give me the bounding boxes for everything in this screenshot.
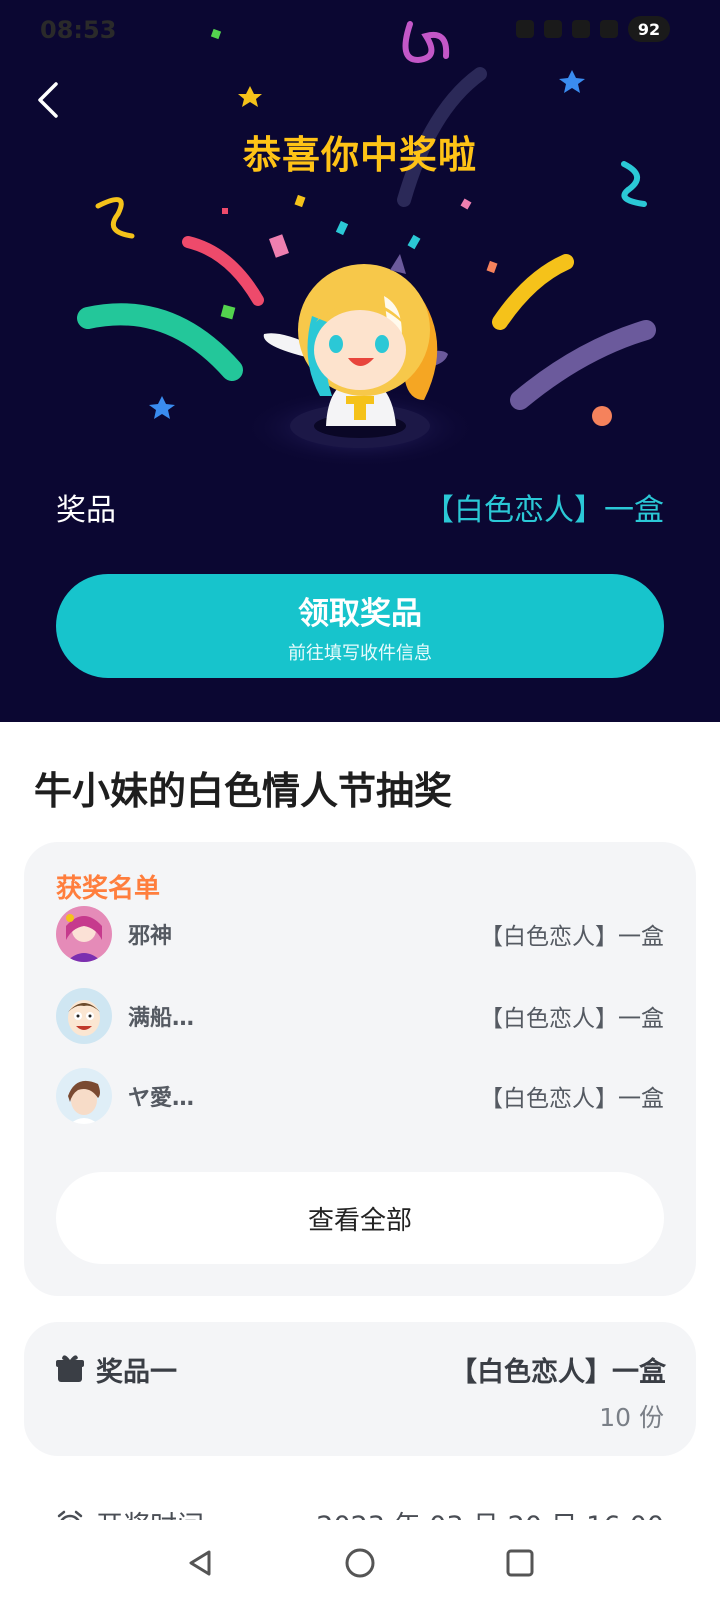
status-time: 08:53 xyxy=(40,16,117,44)
hero-banner: 08:53 92 恭喜你中奖啦 奖品 【白色恋人】一盒 领取奖品 前往填写收件信… xyxy=(0,0,720,722)
avatar xyxy=(56,988,112,1044)
prize-detail-card: 奖品一 【白色恋人】一盒 10 份 xyxy=(24,1322,696,1456)
avatar xyxy=(56,906,112,962)
winner-prize: 【白色恋人】一盒 xyxy=(480,1086,664,1112)
nav-recents-button[interactable] xyxy=(500,1543,540,1583)
mascot-illustration xyxy=(242,254,478,468)
notification-icon xyxy=(516,20,534,38)
claim-button-subtitle: 前往填写收件信息 xyxy=(288,642,432,664)
winner-row[interactable]: ヤ愛… 【白色恋人】一盒 xyxy=(56,1066,664,1126)
winner-prize: 【白色恋人】一盒 xyxy=(480,924,664,950)
view-all-button[interactable]: 查看全部 xyxy=(56,1172,664,1264)
nav-back-button[interactable] xyxy=(180,1543,220,1583)
winners-title: 获奖名单 xyxy=(56,874,161,904)
bluetooth-icon xyxy=(544,20,562,38)
prize-value: 【白色恋人】一盒 xyxy=(424,493,664,528)
prize-tier-count: 10 份 xyxy=(599,1403,664,1432)
status-bar: 08:53 92 xyxy=(0,0,720,60)
triangle-back-icon xyxy=(189,1550,211,1575)
back-arrow-icon[interactable] xyxy=(30,78,70,122)
winner-row[interactable]: 满船… 【白色恋人】一盒 xyxy=(56,986,664,1046)
claim-prize-button[interactable]: 领取奖品 前往填写收件信息 xyxy=(56,574,664,678)
winner-row[interactable]: 邪神 【白色恋人】一盒 xyxy=(56,904,664,964)
prize-label: 奖品 xyxy=(56,493,116,528)
prize-tier-label: 奖品一 xyxy=(96,1357,177,1388)
claim-button-title: 领取奖品 xyxy=(298,595,422,632)
winner-name: 满船… xyxy=(128,1006,195,1031)
square-recents-icon xyxy=(506,1549,534,1576)
prize-tier-value: 【白色恋人】一盒 xyxy=(450,1357,666,1388)
won-prize-row: 奖品 【白色恋人】一盒 xyxy=(56,484,664,530)
winner-name: 邪神 xyxy=(128,924,173,949)
winners-card: 获奖名单 邪神 【白色恋人】一盒 满船… 【白色恋人】一盒 ヤ愛… 【白色恋人】… xyxy=(24,842,696,1296)
system-nav-bar xyxy=(0,1520,720,1605)
battery-indicator: 92 xyxy=(628,16,670,42)
page-title: 牛小妹的白色情人节抽奖 xyxy=(34,769,453,813)
nav-home-button[interactable] xyxy=(340,1543,380,1583)
winner-name: ヤ愛… xyxy=(128,1086,195,1111)
signal-icon xyxy=(600,20,618,38)
congrats-title: 恭喜你中奖啦 xyxy=(242,133,477,177)
gift-icon xyxy=(56,1355,84,1382)
status-icons: 92 xyxy=(516,16,670,42)
winner-prize: 【白色恋人】一盒 xyxy=(480,1006,664,1032)
circle-home-icon xyxy=(345,1548,375,1577)
wifi-icon xyxy=(572,20,590,38)
avatar xyxy=(56,1068,112,1124)
